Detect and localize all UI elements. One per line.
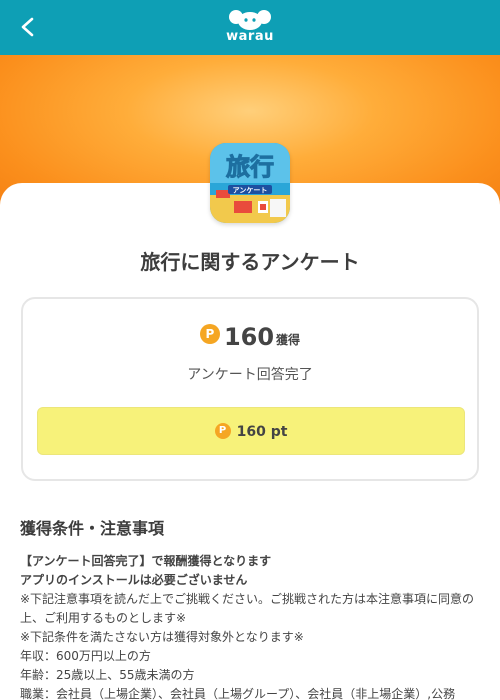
condition-line: ※下記条件を満たさない方は獲得対象外となります※: [20, 630, 304, 644]
condition-line: 【アンケート回答完了】で報酬獲得となります: [20, 554, 272, 568]
reward-card: P 160 獲得 アンケート回答完了 P 160 pt: [21, 297, 479, 481]
survey-app-icon: 旅行 アンケート: [210, 143, 290, 223]
travel-survey-app-icon: 旅行 アンケート: [210, 143, 290, 223]
points-button[interactable]: P 160 pt: [37, 407, 465, 455]
top-nav-bar: warau: [0, 0, 500, 55]
points-row: P 160 獲得: [23, 323, 477, 351]
back-button[interactable]: [14, 13, 44, 43]
points-value: 160: [223, 323, 275, 351]
warau-logo[interactable]: warau: [226, 9, 274, 45]
condition-line: ※下記注意事項を読んだ上でご挑戦ください。ご挑戦された方は本注意事項に同意の上、…: [20, 592, 475, 625]
condition-line: 年齢：25歳以上、55歳未満の方: [20, 668, 195, 682]
condition-line: 年収：600万円以上の方: [20, 649, 151, 663]
conditions-title: 獲得条件・注意事項: [20, 519, 165, 538]
condition-line: アプリのインストールは必要ございません: [20, 573, 248, 587]
chevron-left-icon: [21, 17, 34, 37]
survey-title: 旅行に関するアンケート: [140, 250, 360, 274]
point-coin-icon: P: [214, 422, 231, 439]
icon-title-text: 旅行: [226, 153, 274, 181]
conditions-list: 【アンケート回答完了】で報酬獲得となります アプリのインストールは必要ございませ…: [20, 552, 480, 700]
points-unit: 獲得: [276, 332, 301, 347]
completion-status: アンケート回答完了: [187, 367, 313, 383]
mascot-icon: [229, 10, 271, 30]
point-coin-icon: P: [199, 324, 220, 344]
logo-text: warau: [226, 29, 274, 44]
points-button-label: 160 pt: [236, 423, 288, 440]
condition-line: 職業：会社員（上場企業）、会社員（上場グループ）、会社員（非上場企業）,公務: [20, 687, 456, 700]
icon-tag-text: アンケート: [233, 187, 268, 195]
